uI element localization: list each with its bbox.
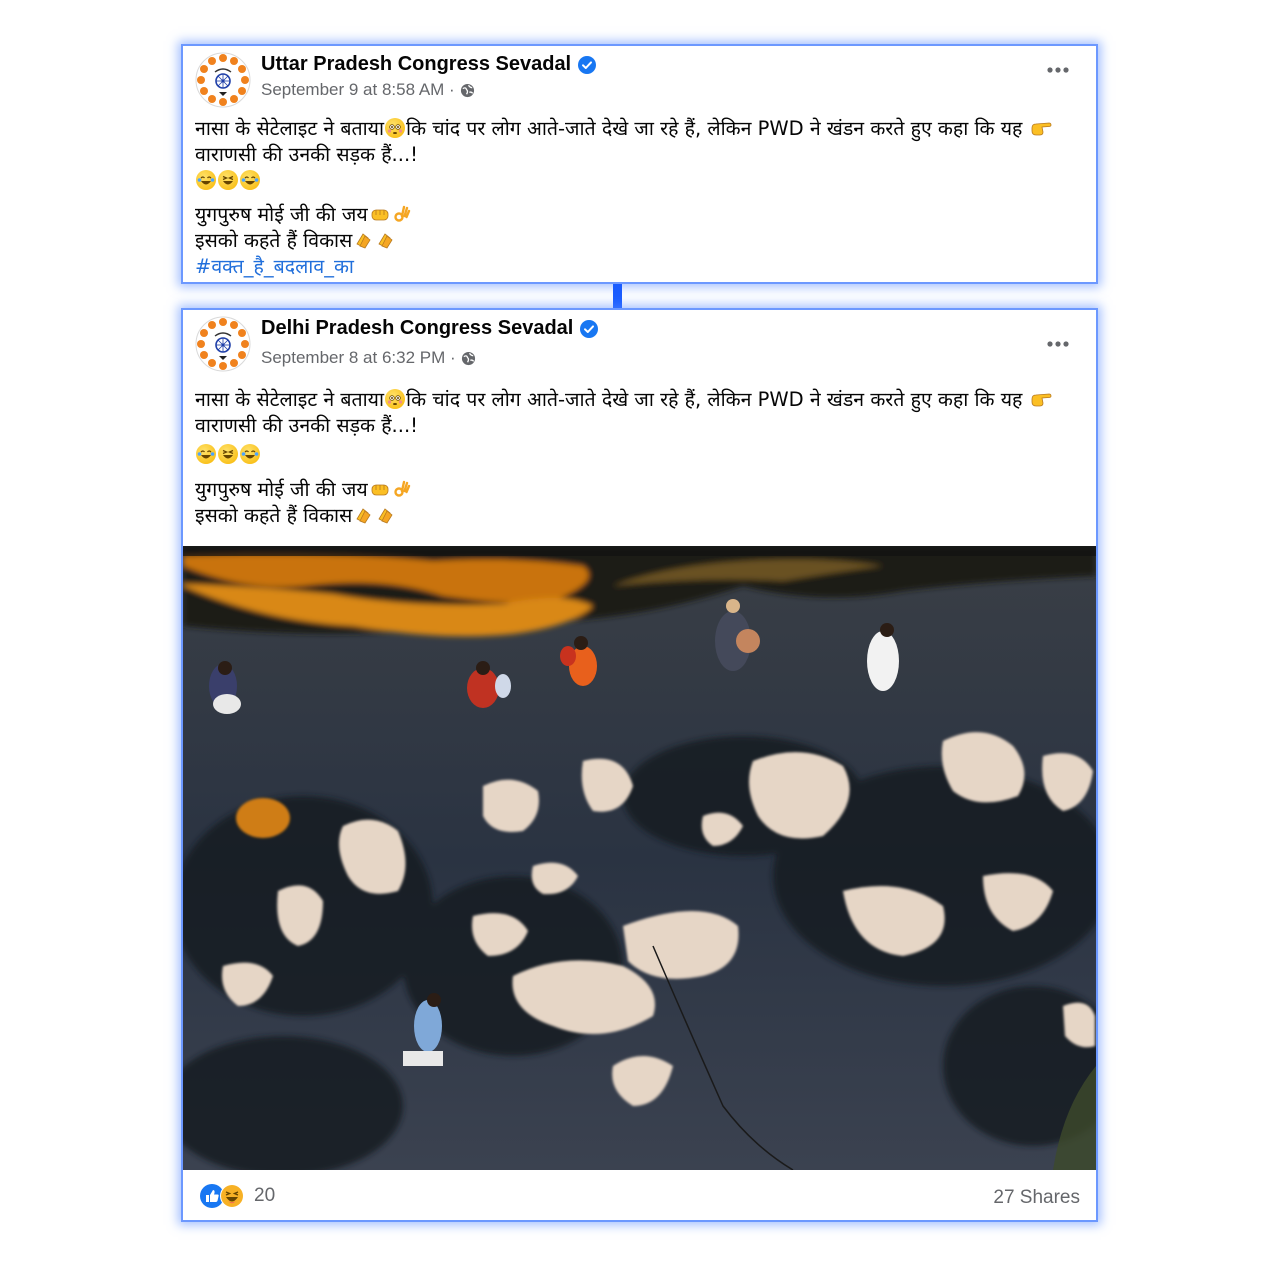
- post-card-uttar-pradesh: Uttar Pradesh Congress Sevadal September…: [181, 44, 1098, 284]
- fist-emoji: [369, 479, 389, 499]
- post-text-line: वाराणसी की उनकी सड़क हैं...!: [195, 143, 418, 166]
- pointing-right-emoji: [1030, 118, 1051, 138]
- flushed-face-emoji: [385, 118, 406, 138]
- post-text: नासा के सेटेलाइट ने बताया कि चांद पर लोग …: [195, 116, 1085, 280]
- post-text-line: युगपुरुष मोई जी की जय: [195, 203, 368, 226]
- post-card-delhi-pradesh: Delhi Pradesh Congress Sevadal September…: [181, 308, 1098, 1222]
- verified-badge-icon: [580, 319, 599, 338]
- laughing-emoji-row: [195, 442, 1085, 468]
- ok-hand-emoji: [391, 204, 411, 224]
- post-author-name[interactable]: Delhi Pradesh Congress Sevadal: [261, 317, 573, 340]
- shares-count[interactable]: 27 Shares: [993, 1187, 1080, 1209]
- haha-reaction-icon: [220, 1184, 244, 1208]
- clapping-hands-emoji: [375, 505, 395, 525]
- tears-of-joy-emoji: [196, 170, 216, 190]
- clapping-hands-emoji: [375, 230, 395, 250]
- tears-of-joy-emoji: [196, 444, 216, 464]
- post-text-line: कि चांद पर लोग आते-जाते देखे जा रहे हैं,…: [406, 117, 1029, 140]
- post-text-line: युगपुरुष मोई जी की जय: [195, 478, 368, 501]
- flushed-face-emoji: [385, 389, 406, 409]
- page-avatar[interactable]: [195, 316, 251, 372]
- globe-icon: [461, 351, 475, 365]
- pointing-right-emoji: [1030, 389, 1051, 409]
- connector-bar: [613, 284, 622, 308]
- more-options-icon[interactable]: [1046, 340, 1070, 348]
- post-text-line: वाराणसी की उनकी सड़क हैं...!: [195, 414, 418, 437]
- clapping-hands-emoji: [353, 230, 373, 250]
- tears-of-joy-emoji: [240, 444, 260, 464]
- post-text: नासा के सेटेलाइट ने बताया कि चांद पर लोग …: [195, 387, 1085, 529]
- post-timestamp[interactable]: September 8 at 6:32 PM ·: [261, 348, 456, 368]
- post-text-line: कि चांद पर लोग आते-जाते देखे जा रहे हैं,…: [406, 388, 1029, 411]
- tears-of-joy-emoji: [240, 170, 260, 190]
- grinning-squint-emoji: [218, 170, 238, 190]
- post-author-row: Uttar Pradesh Congress Sevadal: [261, 53, 597, 76]
- laughing-emoji-row: [195, 168, 1085, 194]
- post-text-line: नासा के सेटेलाइट ने बताया: [195, 117, 385, 140]
- post-author-row: Delhi Pradesh Congress Sevadal: [261, 317, 599, 340]
- verified-badge-icon: [578, 55, 597, 74]
- globe-icon: [460, 83, 474, 97]
- post-text-line: नासा के सेटेलाइट ने बताया: [195, 388, 385, 411]
- clapping-hands-emoji: [353, 505, 373, 525]
- post-text-line: इसको कहते हैं विकास: [195, 504, 353, 527]
- post-meta: September 8 at 6:32 PM ·: [261, 348, 476, 368]
- post-timestamp[interactable]: September 9 at 8:58 AM ·: [261, 80, 455, 100]
- fist-emoji: [369, 204, 389, 224]
- post-author-name[interactable]: Uttar Pradesh Congress Sevadal: [261, 53, 571, 76]
- reactions-summary[interactable]: 20: [200, 1184, 275, 1208]
- hashtag-link[interactable]: #वक्त_है_बदलाव_का: [195, 254, 1085, 280]
- post-meta: September 9 at 8:58 AM ·: [261, 80, 475, 100]
- post-photo[interactable]: [183, 546, 1096, 1170]
- post-footer: 20 27 Shares: [183, 1170, 1096, 1220]
- grinning-squint-emoji: [218, 444, 238, 464]
- page-avatar[interactable]: [195, 52, 251, 108]
- more-options-icon[interactable]: [1046, 66, 1070, 74]
- post-text-line: इसको कहते हैं विकास: [195, 229, 353, 252]
- reaction-count: 20: [254, 1185, 276, 1206]
- ok-hand-emoji: [391, 479, 411, 499]
